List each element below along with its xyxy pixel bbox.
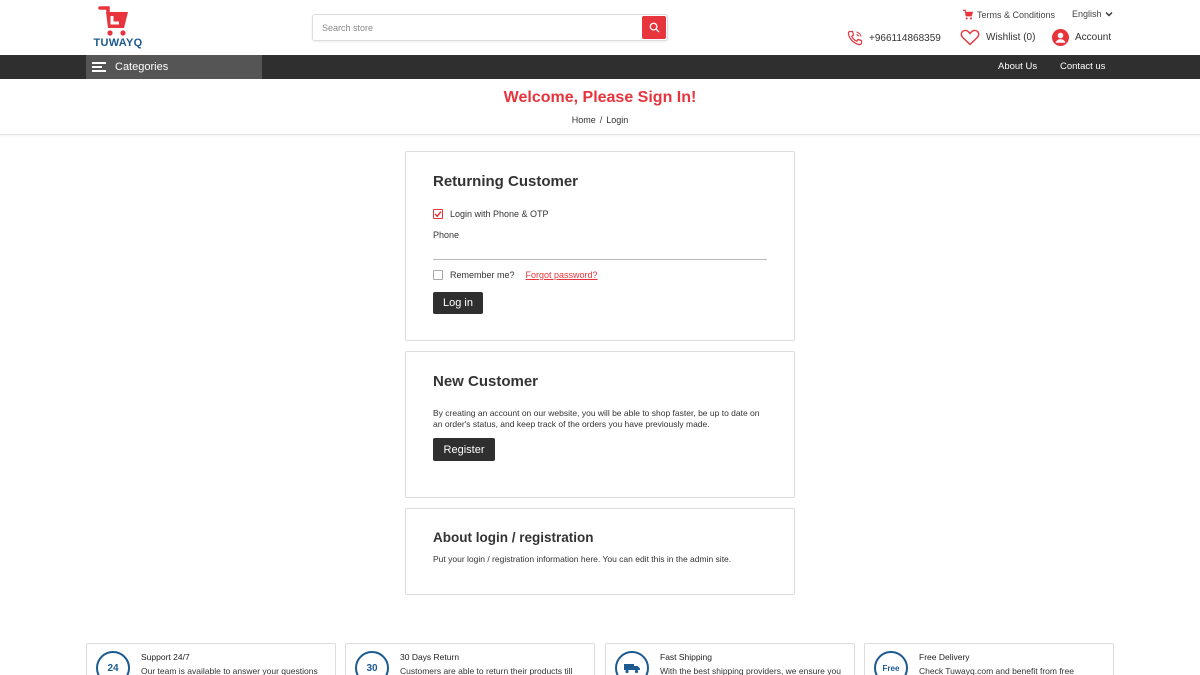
phone-field-label: Phone xyxy=(433,230,460,240)
feature-title: Free Delivery xyxy=(919,652,970,662)
account-label: Account xyxy=(1075,32,1112,43)
login-button[interactable]: Log in xyxy=(433,292,483,314)
cart-icon xyxy=(963,9,974,20)
truck-icon xyxy=(615,651,649,675)
new-customer-heading: New Customer xyxy=(433,373,539,390)
return-30-icon: 30 xyxy=(355,651,389,675)
cart-logo-icon xyxy=(98,6,128,36)
phone-contact[interactable]: +966114868359 xyxy=(846,29,941,47)
new-customer-panel: New Customer By creating an account on o… xyxy=(405,351,795,498)
register-button[interactable]: Register xyxy=(433,438,495,461)
feature-support: 24 Support 24/7 Our team is available to… xyxy=(86,643,336,675)
feature-return: 30 30 Days Return Customers are able to … xyxy=(345,643,595,675)
categories-label: Categories xyxy=(115,61,169,73)
feature-description: With the best shipping providers, we ens… xyxy=(660,666,841,675)
feature-description: Our team is available to answer your que… xyxy=(141,666,318,675)
chevron-down-icon xyxy=(1105,12,1113,17)
feature-title: Fast Shipping xyxy=(660,652,712,662)
feature-title: Support 24/7 xyxy=(141,652,190,662)
heart-icon xyxy=(960,29,980,46)
search-button[interactable] xyxy=(642,16,666,39)
remember-me-label[interactable]: Remember me? xyxy=(450,270,515,280)
wishlist-link[interactable]: Wishlist (0) xyxy=(960,29,1035,46)
feature-description: Check Tuwayq.com and benefit from free xyxy=(919,666,1074,675)
support-24-icon: 24 xyxy=(96,651,130,675)
feature-description: Customers are able to return their produ… xyxy=(400,666,573,675)
page-title: Welcome, Please Sign In! xyxy=(503,89,697,106)
terms-label: Terms & Conditions xyxy=(977,9,1056,20)
remember-me-checkbox[interactable] xyxy=(433,270,443,280)
breadcrumb-separator: / xyxy=(599,115,603,125)
forgot-password-link[interactable]: Forgot password? xyxy=(526,270,598,280)
categories-button[interactable]: Categories xyxy=(86,55,262,79)
search-box xyxy=(312,14,668,41)
search-icon xyxy=(649,22,659,33)
phone-otp-option[interactable]: Login with Phone & OTP xyxy=(433,209,549,219)
returning-customer-heading: Returning Customer xyxy=(433,173,579,190)
about-registration-heading: About login / registration xyxy=(433,530,594,545)
returning-customer-panel: Returning Customer Login with Phone & OT… xyxy=(405,151,795,341)
new-customer-description-line-2: an order's status, and keep track of the… xyxy=(433,419,710,429)
nav-contact-us[interactable]: Contact us xyxy=(1060,61,1105,72)
phone-otp-label: Login with Phone & OTP xyxy=(450,209,549,219)
new-customer-description: By creating an account on our website, y… xyxy=(433,408,760,430)
phone-input[interactable] xyxy=(433,242,767,258)
phone-icon xyxy=(847,30,863,46)
search-input[interactable] xyxy=(322,20,632,36)
feature-shipping: Fast Shipping With the best shipping pro… xyxy=(605,643,855,675)
breadcrumb-current: Login xyxy=(606,115,629,125)
menu-icon xyxy=(92,60,106,75)
about-registration-panel: About login / registration Put your logi… xyxy=(405,508,795,595)
new-customer-description-line-1: By creating an account on our website, y… xyxy=(433,408,760,418)
user-icon xyxy=(1052,29,1069,46)
account-link[interactable]: Account xyxy=(1052,29,1111,46)
checkmark-icon xyxy=(434,211,442,218)
brand-name: TUWAYQ xyxy=(93,37,143,49)
terms-link[interactable]: Terms & Conditions xyxy=(962,9,1055,20)
phone-number: +966114868359 xyxy=(869,32,941,44)
language-selector[interactable]: English xyxy=(1072,9,1113,19)
about-registration-description: Put your login / registration informatio… xyxy=(433,554,732,564)
main-nav: Categories About Us Contact us xyxy=(0,55,1200,79)
header: TUWAYQ Terms & Conditions English xyxy=(0,0,1200,55)
phone-input-underline xyxy=(433,259,767,260)
breadcrumb: Home / Login xyxy=(0,115,1200,125)
feature-free-delivery: Free Free Delivery Check Tuwayq.com and … xyxy=(864,643,1114,675)
phone-otp-checkbox[interactable] xyxy=(433,209,443,219)
feature-title: 30 Days Return xyxy=(400,652,460,662)
free-delivery-icon: Free xyxy=(874,651,908,675)
breadcrumb-home[interactable]: Home xyxy=(572,115,596,125)
logo[interactable]: TUWAYQ xyxy=(88,4,148,50)
nav-about-us[interactable]: About Us xyxy=(998,61,1037,72)
wishlist-label: Wishlist (0) xyxy=(986,32,1036,43)
page-title-area: Welcome, Please Sign In! Home / Login xyxy=(0,79,1200,135)
language-label: English xyxy=(1072,9,1102,19)
remember-me-option: Remember me? Forgot password? xyxy=(433,270,598,280)
